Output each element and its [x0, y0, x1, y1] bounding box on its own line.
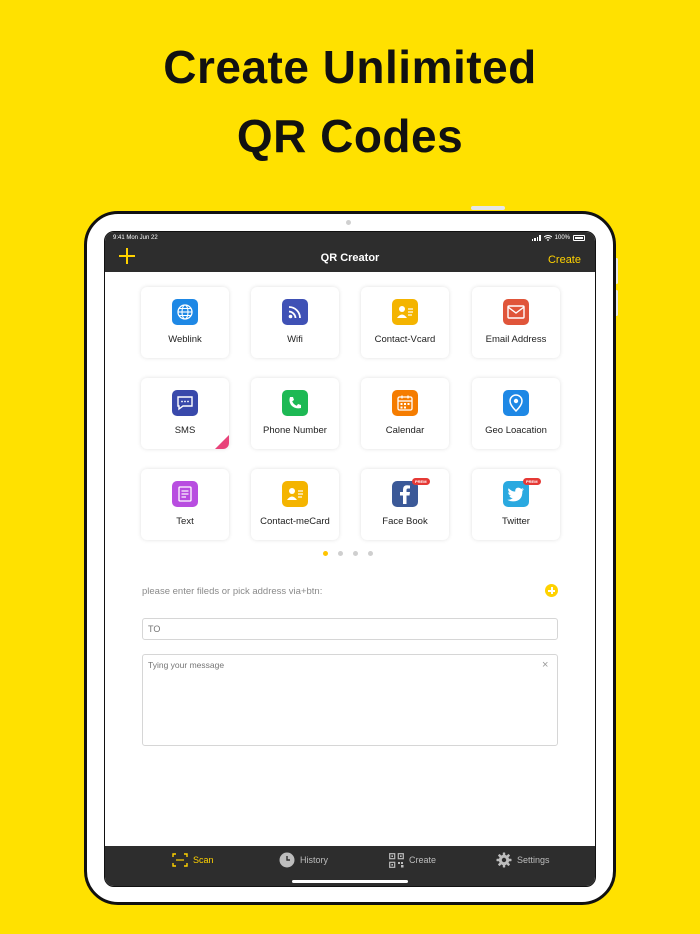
tile-twitter[interactable]: PREM Twitter — [472, 469, 560, 540]
tile-label: Phone Number — [263, 425, 327, 436]
chat-bubble-icon — [172, 390, 198, 416]
status-indicators: 100% — [531, 235, 585, 241]
qr-code-icon — [389, 852, 404, 868]
headline-line-1: Create Unlimited — [163, 41, 537, 93]
navigation-bar: 9:41 Mon Jun 22 100% QR Creator Create — [105, 232, 595, 272]
signal-icon — [531, 235, 541, 241]
nav-title: QR Creator — [320, 252, 380, 264]
close-icon[interactable]: × — [542, 659, 548, 671]
tab-settings[interactable]: Settings — [496, 851, 550, 869]
tab-label: Scan — [193, 855, 214, 865]
premium-badge: PREM — [523, 478, 541, 485]
home-indicator[interactable] — [292, 880, 408, 883]
tab-bar: Scan History Create Settings — [105, 846, 595, 886]
clock-icon — [279, 852, 295, 868]
phone-icon — [282, 390, 308, 416]
tile-label: Email Address — [485, 334, 547, 345]
wifi-icon — [282, 299, 308, 325]
tile-wifi[interactable]: Wifi — [251, 287, 339, 358]
battery-percent: 100% — [554, 235, 570, 241]
tablet-camera — [346, 220, 351, 225]
tablet-top-button — [471, 206, 505, 210]
tab-history[interactable]: History — [279, 851, 328, 869]
gear-icon — [496, 852, 512, 868]
tile-facebook[interactable]: PREM Face Book — [361, 469, 449, 540]
tile-weblink[interactable]: Weblink — [141, 287, 229, 358]
tile-text[interactable]: Text — [141, 469, 229, 540]
tile-calendar[interactable]: Calendar — [361, 378, 449, 449]
page-dot-4[interactable] — [368, 551, 373, 556]
tab-label: History — [300, 855, 329, 865]
to-input[interactable] — [142, 618, 558, 640]
add-address-button[interactable] — [545, 584, 558, 597]
calendar-icon — [392, 390, 418, 416]
tile-label: Twitter — [502, 516, 530, 527]
envelope-icon — [503, 299, 529, 325]
map-pin-icon — [503, 390, 529, 416]
form-hint: please enter fileds or pick address via+… — [142, 586, 323, 597]
selected-corner-marker — [215, 435, 229, 449]
tile-sms[interactable]: SMS — [141, 378, 229, 449]
contact-card-icon — [392, 299, 418, 325]
premium-badge: PREM — [412, 478, 430, 485]
tile-label: Calendar — [385, 425, 425, 436]
tile-label: Contact-Vcard — [374, 334, 436, 345]
document-icon — [172, 481, 198, 507]
page-dot-3[interactable] — [353, 551, 358, 556]
wifi-status-icon — [543, 235, 552, 241]
tile-contact-mecard[interactable]: Contact-meCard — [251, 469, 339, 540]
tile-contact-vcard[interactable]: Contact-Vcard — [361, 287, 449, 358]
scan-icon — [172, 853, 188, 867]
tile-label: Face Book — [382, 516, 428, 527]
page-dot-2[interactable] — [338, 551, 343, 556]
status-time: 9:41 Mon Jun 22 — [113, 235, 158, 241]
contact-card-icon — [282, 481, 308, 507]
message-input[interactable] — [142, 654, 558, 746]
app-screen: 9:41 Mon Jun 22 100% QR Creator Create W… — [104, 231, 596, 887]
tab-create[interactable]: Create — [389, 851, 436, 869]
tile-label: Contact-meCard — [260, 516, 330, 527]
tab-scan[interactable]: Scan — [172, 851, 214, 869]
tile-label: Text — [176, 516, 194, 527]
tile-label: Wifi — [287, 334, 303, 345]
tile-phone-number[interactable]: Phone Number — [251, 378, 339, 449]
globe-icon — [172, 299, 198, 325]
page-indicator[interactable] — [323, 551, 373, 556]
tile-geo-location[interactable]: Geo Loacation — [472, 378, 560, 449]
tile-email-address[interactable]: Email Address — [472, 287, 560, 358]
create-button[interactable]: Create — [548, 254, 581, 266]
page-dot-1[interactable] — [323, 551, 328, 556]
battery-icon — [573, 235, 585, 241]
tab-label: Settings — [517, 855, 550, 865]
tab-label: Create — [409, 855, 437, 865]
tile-label: Geo Loacation — [485, 425, 547, 436]
headline-line-2: QR Codes — [236, 110, 464, 162]
tile-label: Weblink — [168, 334, 202, 345]
